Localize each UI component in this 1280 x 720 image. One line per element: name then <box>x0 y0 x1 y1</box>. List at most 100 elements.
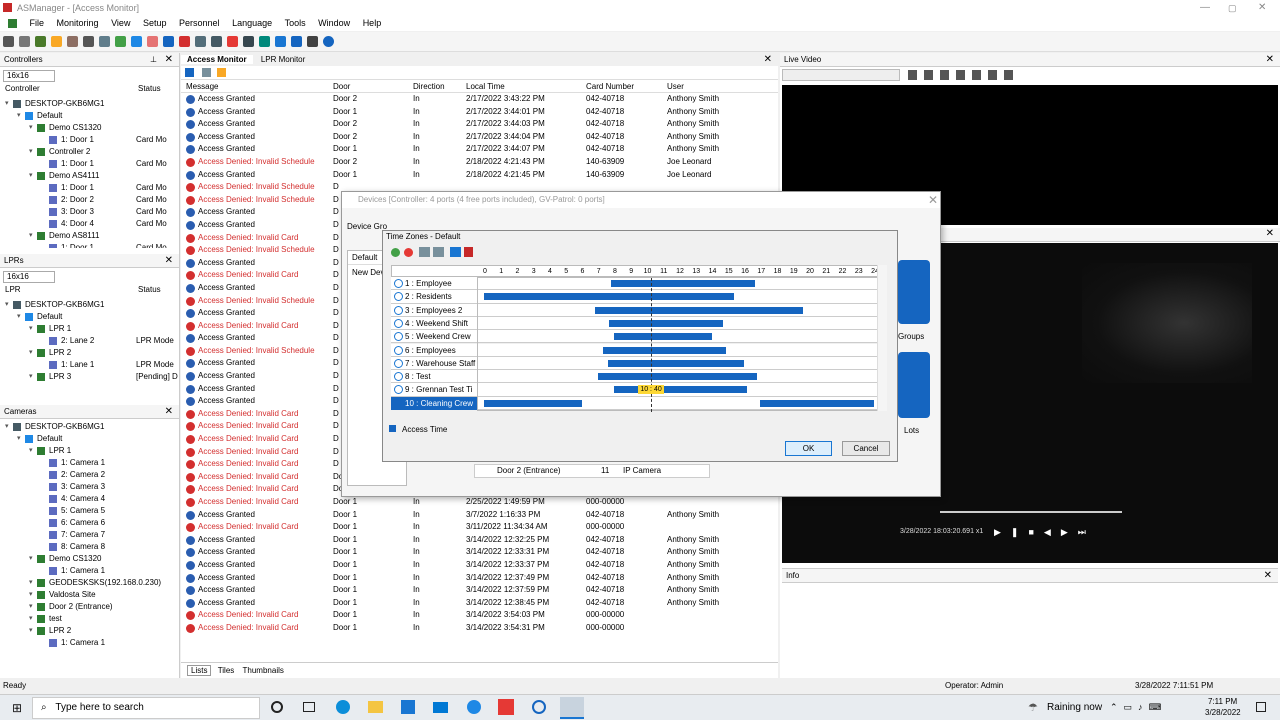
toolbar-icon[interactable] <box>259 36 270 47</box>
zoom-in-icon[interactable] <box>419 247 430 257</box>
camera-tree-item[interactable]: 4: Camera 4 <box>0 493 179 505</box>
event-row[interactable]: Access Granted Door 1 In 3/14/2022 12:37:49… <box>181 572 778 585</box>
menu-window[interactable]: Window <box>318 18 350 28</box>
tz-option-icon[interactable] <box>464 247 473 257</box>
expand-arrow-icon[interactable]: ▾ <box>29 625 33 637</box>
camera-tree-item[interactable]: ▾ LPR 2 <box>0 625 179 637</box>
camera-tree-item[interactable]: 6: Camera 6 <box>0 517 179 529</box>
lpr-tree-item[interactable]: ▾ Default <box>0 311 179 323</box>
camera-tree-item[interactable]: 2: Camera 2 <box>0 469 179 481</box>
expand-arrow-icon[interactable]: ▾ <box>5 421 9 433</box>
controller-tree-item[interactable]: 4: Door 4 Card Mo <box>0 218 179 230</box>
camera-tree-item[interactable]: ▾ Valdosta Site <box>0 589 179 601</box>
camera-tree-item[interactable]: ▾ Default <box>0 433 179 445</box>
toolbar-icon[interactable] <box>211 36 222 47</box>
lpr-tree-item[interactable]: ▾ LPR 2 <box>0 347 179 359</box>
playback-controls[interactable]: ▶❚■◀▶⏭ <box>994 527 1096 538</box>
expand-arrow-icon[interactable]: ▾ <box>29 146 33 158</box>
expand-arrow-icon[interactable]: ▾ <box>29 445 33 457</box>
video-toolbar-icons[interactable] <box>908 70 1018 80</box>
mail-icon[interactable] <box>433 702 448 713</box>
toolbar-icon[interactable] <box>99 36 110 47</box>
time-zone-row[interactable]: 8 : Test <box>391 370 883 384</box>
controller-tree-item[interactable]: ▾ DESKTOP-GKB6MG1 <box>0 98 179 110</box>
start-button[interactable]: ⊞ <box>12 701 22 715</box>
col-card-number[interactable]: Card Number <box>586 80 634 93</box>
toolbar-icon[interactable] <box>131 36 142 47</box>
ie-icon[interactable] <box>467 700 481 714</box>
toolbar-icon[interactable] <box>195 36 206 47</box>
expand-arrow-icon[interactable]: ▾ <box>17 433 21 445</box>
event-row[interactable]: Access Granted Door 2 In 2/17/2022 3:44:04 … <box>181 131 778 144</box>
camera-tree-item[interactable]: 1: Camera 1 <box>0 457 179 469</box>
warning-icon[interactable] <box>51 36 62 47</box>
event-row[interactable]: Access Granted Door 1 In 3/7/2022 1:16:33 P… <box>181 509 778 522</box>
expand-arrow-icon[interactable]: ▾ <box>29 577 33 589</box>
toolbar-icon[interactable] <box>179 36 190 47</box>
controller-tree-item[interactable]: ▾ Default <box>0 110 179 122</box>
delete-icon[interactable] <box>404 248 413 257</box>
event-row[interactable]: Access Granted Door 1 In 3/14/2022 12:32:25… <box>181 534 778 547</box>
expand-arrow-icon[interactable]: ▾ <box>29 553 33 565</box>
access-time-bar[interactable] <box>614 333 712 341</box>
toolbar-icon[interactable] <box>243 36 254 47</box>
event-row[interactable]: Access Granted Door 1 In 2/17/2022 3:44:07 … <box>181 143 778 156</box>
toolbar-icon[interactable] <box>163 36 174 47</box>
expand-arrow-icon[interactable]: ▾ <box>5 98 9 110</box>
event-row[interactable]: Access Granted Door 1 In 3/14/2022 12:33:37… <box>181 559 778 572</box>
camera-tree-item[interactable]: ▾ LPR 1 <box>0 445 179 457</box>
tray-icons[interactable]: ⌃▭♪⌨ <box>1110 702 1168 713</box>
col-message[interactable]: Message <box>186 80 218 93</box>
time-zone-row[interactable]: 9 : Grennan Test Ti <box>391 383 883 397</box>
toolbar-icon[interactable] <box>291 36 302 47</box>
camera-tree-item[interactable]: 1: Camera 1 <box>0 637 179 649</box>
video-seek-bar[interactable] <box>940 511 1122 513</box>
maximize-button[interactable]: ▢ <box>1228 0 1237 16</box>
camera-tree-item[interactable]: 7: Camera 7 <box>0 529 179 541</box>
tab-thumbnails[interactable]: Thumbnails <box>243 666 284 675</box>
cortana-icon[interactable] <box>271 701 283 713</box>
pin-icon[interactable]: ⊥ <box>150 53 157 67</box>
access-time-bar[interactable] <box>614 386 748 394</box>
controller-tree-item[interactable]: 1: Door 1 Card Mo <box>0 134 179 146</box>
access-time-bar[interactable] <box>607 359 744 367</box>
col-local-time[interactable]: Local Time <box>466 80 505 93</box>
camera-tree-item[interactable]: 3: Camera 3 <box>0 481 179 493</box>
controller-tree-item[interactable]: ▾ Demo AS4111 <box>0 170 179 182</box>
event-row[interactable]: Access Granted Door 1 In 2/17/2022 3:44:01 … <box>181 106 778 119</box>
controller-tree-item[interactable]: ▾ Demo CS1320 <box>0 122 179 134</box>
tab-lists[interactable]: Lists <box>187 665 212 676</box>
expand-arrow-icon[interactable]: ▾ <box>29 613 33 625</box>
time-zone-row[interactable]: 2 : Residents <box>391 290 883 304</box>
zoom-out-icon[interactable] <box>433 247 444 257</box>
toolbar-icon[interactable] <box>3 36 14 47</box>
lprs-size-select[interactable]: 16x16 <box>3 271 55 283</box>
close-icon[interactable]: ✕ <box>1264 569 1272 583</box>
menu-view[interactable]: View <box>111 18 130 28</box>
controllers-size-select[interactable]: 16x16 <box>3 70 55 82</box>
access-time-bar[interactable] <box>760 399 874 407</box>
toolbar-icon[interactable] <box>227 36 238 47</box>
access-time-bar[interactable] <box>610 280 756 287</box>
expand-arrow-icon[interactable]: ▾ <box>29 323 33 335</box>
event-row[interactable]: Access Denied: Invalid Schedule Door 2 In 2… <box>181 156 778 169</box>
app-icon[interactable] <box>532 700 546 714</box>
expand-arrow-icon[interactable]: ▾ <box>29 122 33 134</box>
toolbar-icon[interactable] <box>35 36 46 47</box>
lpr-tree-item[interactable]: ▾ DESKTOP-GKB6MG1 <box>0 299 179 311</box>
store-icon[interactable] <box>401 700 415 714</box>
toolbar-icon[interactable] <box>115 36 126 47</box>
controller-tree-item[interactable]: 1: Door 1 Card Mo <box>0 242 179 248</box>
menu-language[interactable]: Language <box>232 18 272 28</box>
controller-tree-item[interactable]: 2: Door 2 Card Mo <box>0 194 179 206</box>
menu-file[interactable]: File <box>30 18 45 28</box>
close-icon[interactable]: ✕ <box>165 405 173 419</box>
access-time-bar[interactable] <box>609 319 723 327</box>
help-icon[interactable] <box>323 36 334 47</box>
camera-tree-item[interactable]: 1: Camera 1 <box>0 565 179 577</box>
lock-icon[interactable] <box>217 68 227 77</box>
file-explorer-icon[interactable] <box>368 701 383 713</box>
controller-tree-item[interactable]: 1: Door 1 Card Mo <box>0 158 179 170</box>
col-direction[interactable]: Direction <box>413 80 445 93</box>
add-icon[interactable] <box>391 248 400 257</box>
